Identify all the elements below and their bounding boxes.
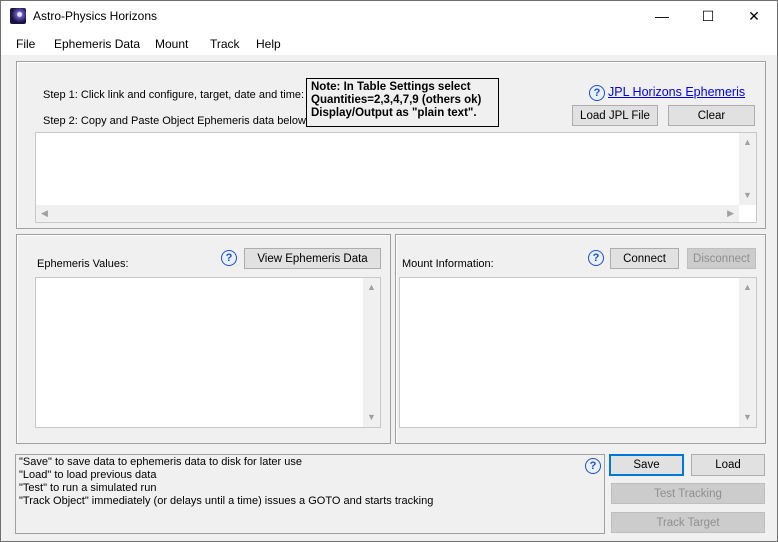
ephemeris-values-label: Ephemeris Values: bbox=[37, 258, 129, 270]
connect-button[interactable]: Connect bbox=[610, 248, 679, 269]
scroll-up-icon[interactable]: ▲ bbox=[743, 138, 752, 147]
track-target-button[interactable]: Track Target bbox=[611, 512, 765, 533]
note-line: Note: In Table Settings select bbox=[311, 81, 471, 93]
app-logo-icon bbox=[10, 8, 26, 24]
instructions-box: "Save" to save data to ephemeris data to… bbox=[15, 454, 605, 534]
menu-file[interactable]: File bbox=[16, 37, 35, 51]
clear-button[interactable]: Clear bbox=[668, 105, 755, 126]
disconnect-button[interactable]: Disconnect bbox=[687, 248, 756, 269]
step1-label: Step 1: Click link and configure, target… bbox=[43, 89, 305, 101]
horizontal-scrollbar[interactable]: ◀ ▶ bbox=[36, 205, 739, 222]
menu-help[interactable]: Help bbox=[256, 37, 281, 51]
step2-label: Step 2: Copy and Paste Object Ephemeris … bbox=[43, 115, 306, 127]
scroll-left-icon[interactable]: ◀ bbox=[41, 209, 48, 218]
jpl-horizons-link[interactable]: JPL Horizons Ephemeris bbox=[608, 85, 745, 99]
menu-track[interactable]: Track bbox=[210, 37, 240, 51]
help-icon[interactable]: ? bbox=[585, 458, 601, 474]
app-window: Astro-Physics Horizons — ☐ ✕ File Epheme… bbox=[0, 0, 778, 542]
vertical-scrollbar[interactable]: ▲ ▼ bbox=[363, 278, 380, 427]
close-icon: ✕ bbox=[748, 7, 760, 24]
instruction-line: "Track Object" immediately (or delays un… bbox=[19, 495, 434, 507]
load-button[interactable]: Load bbox=[691, 454, 765, 476]
scroll-down-icon[interactable]: ▼ bbox=[743, 191, 752, 200]
vertical-scrollbar[interactable]: ▲ ▼ bbox=[739, 133, 756, 205]
help-icon[interactable]: ? bbox=[221, 250, 237, 266]
scroll-up-icon[interactable]: ▲ bbox=[367, 283, 376, 292]
maximize-icon: ☐ bbox=[701, 7, 715, 24]
note-line: Display/Output as "plain text". bbox=[311, 107, 477, 119]
scroll-down-icon[interactable]: ▼ bbox=[367, 413, 376, 422]
maximize-button[interactable]: ☐ bbox=[685, 1, 731, 31]
instruction-line: "Save" to save data to ephemeris data to… bbox=[19, 456, 302, 468]
help-icon[interactable]: ? bbox=[588, 250, 604, 266]
instruction-line: "Test" to run a simulated run bbox=[19, 482, 157, 494]
load-jpl-file-button[interactable]: Load JPL File bbox=[572, 105, 658, 126]
menu-bar: File Ephemeris Data Mount Track Help bbox=[1, 31, 777, 55]
mount-information-textarea[interactable]: ▲ ▼ bbox=[399, 277, 757, 428]
close-button[interactable]: ✕ bbox=[731, 1, 777, 31]
scroll-down-icon[interactable]: ▼ bbox=[743, 413, 752, 422]
scroll-right-icon[interactable]: ▶ bbox=[727, 209, 734, 218]
menu-ephemeris-data[interactable]: Ephemeris Data bbox=[54, 37, 140, 51]
vertical-scrollbar[interactable]: ▲ ▼ bbox=[739, 278, 756, 427]
help-icon[interactable]: ? bbox=[589, 85, 605, 101]
mount-information-label: Mount Information: bbox=[402, 258, 494, 270]
window-title: Astro-Physics Horizons bbox=[33, 9, 158, 23]
save-button[interactable]: Save bbox=[609, 454, 684, 476]
menu-mount[interactable]: Mount bbox=[155, 37, 188, 51]
minimize-button[interactable]: — bbox=[639, 1, 685, 31]
minimize-icon: — bbox=[655, 8, 669, 24]
ephemeris-paste-textarea[interactable]: ▲ ▼ ◀ ▶ bbox=[35, 132, 757, 223]
scroll-up-icon[interactable]: ▲ bbox=[743, 283, 752, 292]
test-tracking-button[interactable]: Test Tracking bbox=[611, 483, 765, 504]
instruction-line: "Load" to load previous data bbox=[19, 469, 157, 481]
ephemeris-values-textarea[interactable]: ▲ ▼ bbox=[35, 277, 381, 428]
view-ephemeris-data-button[interactable]: View Ephemeris Data bbox=[244, 248, 381, 269]
title-bar: Astro-Physics Horizons — ☐ ✕ bbox=[1, 1, 777, 31]
table-settings-note: Note: In Table Settings select Quantitie… bbox=[306, 78, 499, 127]
note-line: Quantities=2,3,4,7,9 (others ok) bbox=[311, 94, 482, 106]
